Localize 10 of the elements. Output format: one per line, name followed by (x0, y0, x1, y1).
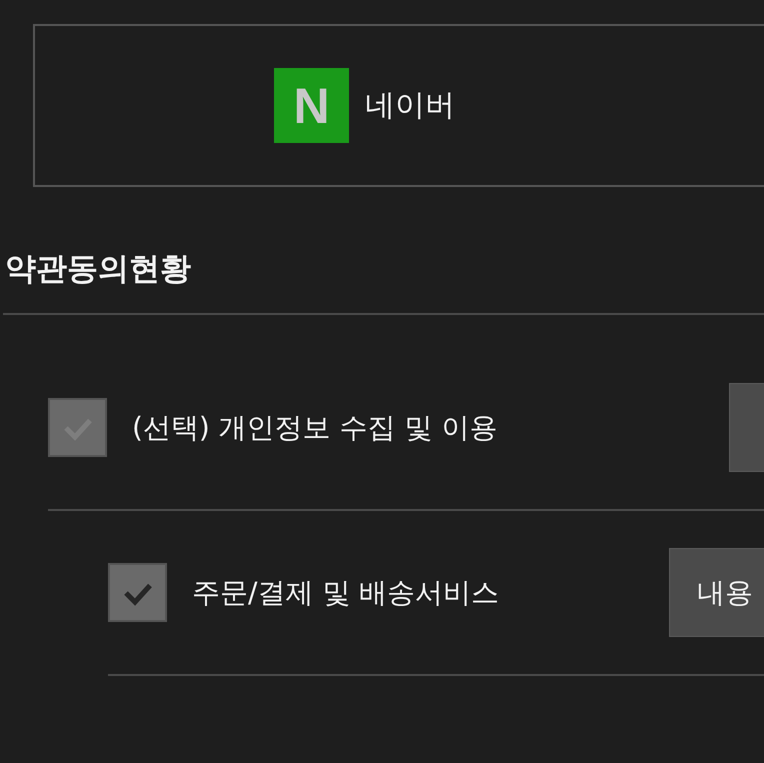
provider-name: 네이버 (365, 87, 455, 125)
view-button[interactable]: 내용 (669, 548, 764, 637)
checkbox[interactable] (108, 563, 167, 622)
view-button[interactable] (729, 383, 764, 472)
checkbox[interactable] (48, 398, 107, 457)
consent-label: 주문/결제 및 배송서비스 (192, 574, 500, 610)
naver-logo-icon: N (274, 68, 349, 143)
provider-card[interactable]: N 네이버 (33, 24, 764, 187)
consent-label: (선택) 개인정보 수집 및 이용 (132, 410, 498, 446)
section-title: 약관동의현황 (5, 250, 192, 289)
